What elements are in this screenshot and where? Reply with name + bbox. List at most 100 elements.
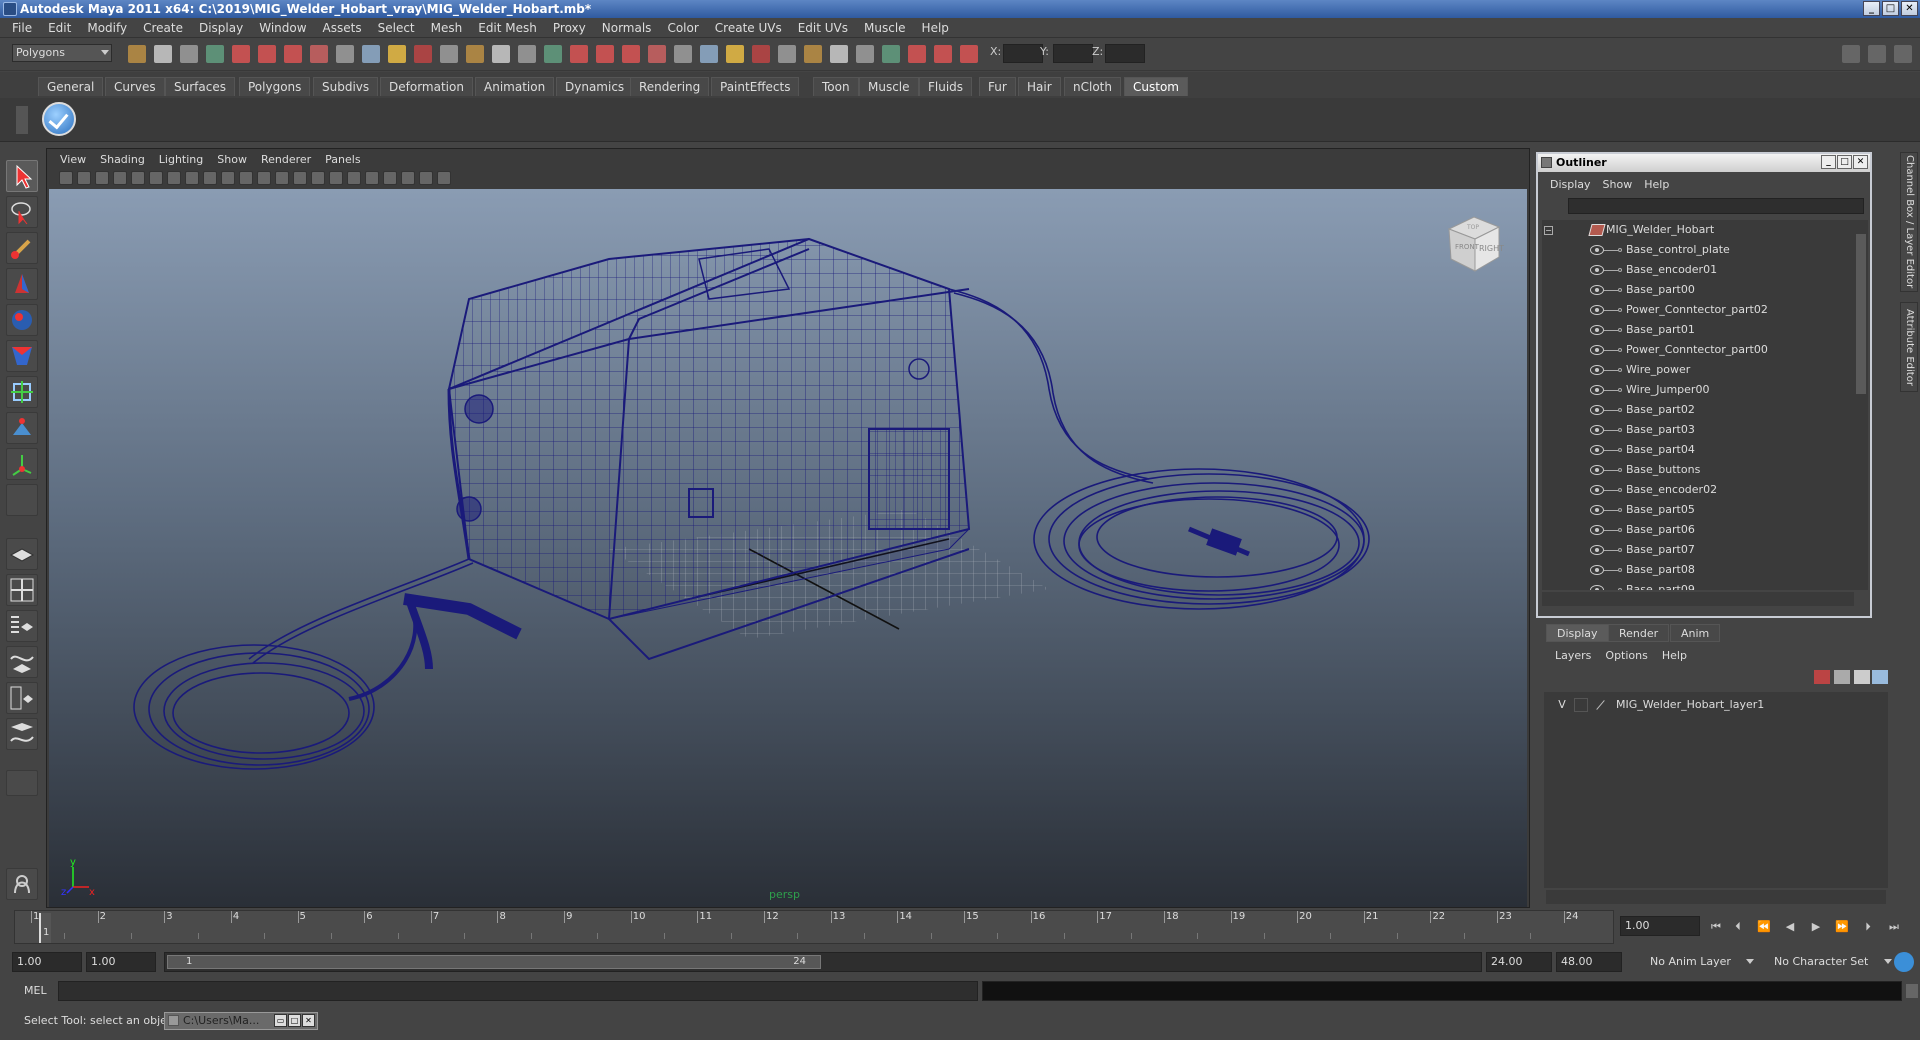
render-current-icon[interactable]	[466, 45, 484, 63]
outliner-filter-input[interactable]	[1568, 198, 1864, 214]
playback-start-field[interactable]: 1.00	[86, 952, 156, 972]
select-tool-icon[interactable]	[6, 160, 38, 192]
z-input[interactable]	[1105, 44, 1145, 63]
new-layer-selected-icon[interactable]	[1834, 670, 1850, 684]
new-layer-icon[interactable]	[1814, 670, 1830, 684]
save-scene-icon[interactable]	[180, 45, 198, 63]
shelf-tab-muscle[interactable]: Muscle	[859, 77, 919, 96]
outliner-item[interactable]: Base_buttons	[1542, 460, 1842, 480]
outliner-item[interactable]: Base_encoder01	[1542, 260, 1842, 280]
shelf-tab-subdivs[interactable]: Subdivs	[313, 77, 379, 96]
attribute-editor-tab[interactable]: Attribute Editor	[1900, 302, 1918, 392]
outliner-menu-help[interactable]: Help	[1638, 178, 1675, 191]
layer-tab-display[interactable]: Display	[1546, 624, 1609, 642]
playback-end-field[interactable]: 24.00	[1486, 952, 1552, 972]
snap-plane-icon[interactable]	[388, 45, 406, 63]
layer-tab-render[interactable]: Render	[1608, 624, 1670, 642]
menu-help[interactable]: Help	[914, 18, 957, 38]
outliner-menu-show[interactable]: Show	[1597, 178, 1639, 191]
time-ruler[interactable]: 1 1 2 3 4 5 6 7 8 9 10 11 12 13 14 15 16 17 18 19 20 21 22 23 2…	[14, 910, 1614, 944]
lasso-tool-icon[interactable]	[6, 196, 38, 228]
outliner-item[interactable]: Base_part05	[1542, 500, 1842, 520]
outliner-item[interactable]: Base_part03	[1542, 420, 1842, 440]
go-to-start-icon[interactable]: ⏮	[1708, 920, 1724, 934]
rotate-tool-icon[interactable]	[6, 304, 38, 336]
outliner-maximize-button[interactable]: □	[1837, 155, 1852, 169]
menu-color[interactable]: Color	[659, 18, 706, 38]
script-editor-icon[interactable]	[1906, 984, 1918, 998]
snap-point-icon[interactable]	[362, 45, 380, 63]
panel-shadows-icon[interactable]	[347, 171, 361, 185]
panel-wireframe-icon[interactable]	[257, 171, 271, 185]
outliner-item[interactable]: Power_Conntector_part00	[1542, 340, 1842, 360]
panel-select-camera-icon[interactable]	[59, 171, 73, 185]
shelf-tab-curves[interactable]: Curves	[105, 77, 165, 96]
menu-select[interactable]: Select	[370, 18, 423, 38]
menu-proxy[interactable]: Proxy	[545, 18, 594, 38]
ipr-icon[interactable]	[882, 45, 900, 63]
universal-manipulator-icon[interactable]	[6, 376, 38, 408]
panel-camera-attributes-icon[interactable]	[77, 171, 91, 185]
panel-textured-icon[interactable]	[311, 171, 325, 185]
menu-create-uvs[interactable]: Create UVs	[707, 18, 790, 38]
outliner-vertical-scrollbar[interactable]	[1854, 220, 1868, 590]
panel-smooth-shade-icon[interactable]	[275, 171, 289, 185]
panel-wireframe-on-shaded-icon[interactable]	[293, 171, 307, 185]
shelf-tab-deformation[interactable]: Deformation	[380, 77, 473, 96]
menu-file[interactable]: File	[4, 18, 40, 38]
move-tool-icon[interactable]	[6, 268, 38, 300]
layer-color-swatch[interactable]	[1574, 698, 1588, 712]
panel-menu-renderer[interactable]: Renderer	[254, 153, 318, 166]
panel-menu-lighting[interactable]: Lighting	[152, 153, 210, 166]
minimize-button[interactable]: _	[1863, 1, 1880, 16]
toggle-tool-settings-icon[interactable]	[1868, 45, 1886, 63]
outliner-menu-display[interactable]: Display	[1544, 178, 1597, 191]
outliner-persp-layout-icon[interactable]	[6, 610, 38, 642]
hypershade-persp-layout-icon[interactable]	[6, 682, 38, 714]
hypershade-icon[interactable]	[544, 45, 562, 63]
panel-menu-panels[interactable]: Panels	[318, 153, 367, 166]
shelf-tab-animation[interactable]: Animation	[475, 77, 555, 96]
panel-hud-icon[interactable]	[437, 171, 451, 185]
layer-menu-options[interactable]: Options	[1598, 649, 1654, 662]
output-icon[interactable]	[804, 45, 822, 63]
close-minimized-button[interactable]: ✕	[302, 1014, 315, 1027]
menu-create[interactable]: Create	[135, 18, 191, 38]
outliner-item[interactable]: Base_part00	[1542, 280, 1842, 300]
single-perspective-layout-icon[interactable]	[6, 538, 38, 570]
outliner-item[interactable]: Base_control_plate	[1542, 240, 1842, 260]
panel-gate-mask-icon[interactable]	[185, 171, 199, 185]
panel-menu-view[interactable]: View	[53, 153, 93, 166]
outliner-item[interactable]: Base_part09	[1542, 580, 1842, 590]
mel-script-icon[interactable]	[6, 868, 38, 900]
outliner-title-bar[interactable]: Outliner _ □ ✕	[1538, 154, 1870, 172]
paint-select-tool-icon[interactable]	[6, 232, 38, 264]
maximize-button[interactable]: □	[1882, 1, 1899, 16]
snap-curve-icon[interactable]	[336, 45, 354, 63]
step-back-frame-icon[interactable]: ⏴	[1730, 920, 1746, 934]
input-ops-icon[interactable]	[596, 45, 614, 63]
x-input[interactable]	[1003, 44, 1043, 63]
restore-button[interactable]: ▭	[274, 1014, 287, 1027]
panel-menu-show[interactable]: Show	[210, 153, 254, 166]
character-set-dropdown[interactable]: No Character Set	[1774, 952, 1892, 972]
make-live-icon[interactable]	[726, 45, 744, 63]
panel-menu-shading[interactable]: Shading	[93, 153, 152, 166]
end-time-field[interactable]: 48.00	[1556, 952, 1622, 972]
render-settings-icon[interactable]	[518, 45, 536, 63]
outliner-item[interactable]: Base_encoder02	[1542, 480, 1842, 500]
frame-icon[interactable]	[960, 45, 978, 63]
panel-use-all-lights-icon[interactable]	[329, 171, 343, 185]
persp-graph-layout-icon[interactable]	[6, 718, 38, 750]
new-scene-icon[interactable]	[128, 45, 146, 63]
open-scene-icon[interactable]	[154, 45, 172, 63]
layer-move-down-icon[interactable]	[1872, 670, 1888, 684]
outliner-minimize-button[interactable]: _	[1821, 155, 1836, 169]
shelf-tab-toon[interactable]: Toon	[813, 77, 859, 96]
panel-bookmarks-icon[interactable]	[95, 171, 109, 185]
maximize-minimized-button[interactable]: □	[288, 1014, 301, 1027]
menu-mesh[interactable]: Mesh	[423, 18, 471, 38]
shelf-tab-fur[interactable]: Fur	[979, 77, 1016, 96]
menu-edit-uvs[interactable]: Edit UVs	[790, 18, 856, 38]
layout-options-icon[interactable]	[6, 770, 38, 796]
